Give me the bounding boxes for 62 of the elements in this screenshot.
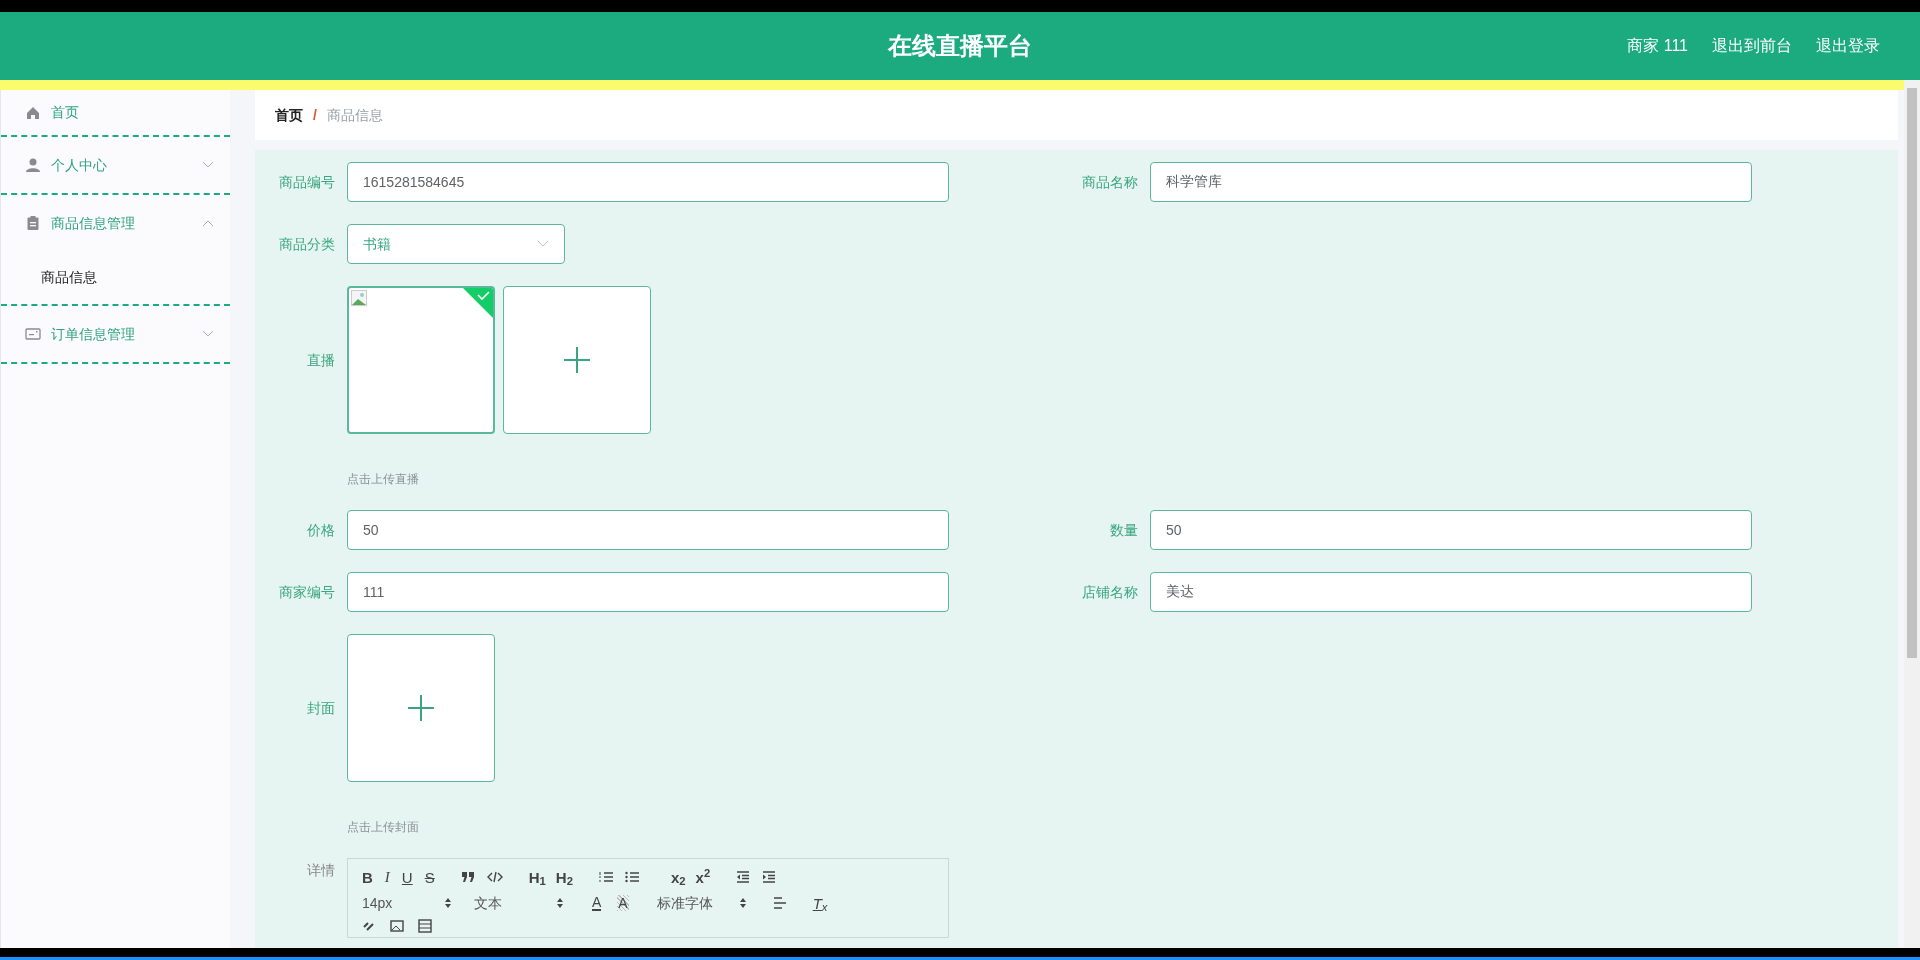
outdent-icon [736, 871, 751, 883]
font-size-picker[interactable]: 14px [362, 892, 452, 914]
text-input[interactable]: 美达 [1150, 572, 1752, 612]
link-icon [362, 919, 376, 933]
breadcrumb-item[interactable]: 首页 [275, 104, 303, 126]
upload-add-button[interactable] [503, 286, 651, 434]
script-button[interactable]: x$^{2}$ [695, 869, 711, 885]
code-icon [486, 871, 503, 883]
up-down-caret-icon [444, 897, 452, 909]
quote-icon [460, 871, 475, 883]
text-input[interactable]: 50 [347, 510, 949, 550]
field-label: 直播 [306, 350, 336, 370]
heading-button[interactable]: H$_{1}$ [528, 869, 546, 885]
numbered-list-icon [598, 871, 613, 883]
header-picker[interactable]: 文本 [474, 892, 564, 914]
field-label: 商家编号 [278, 583, 336, 602]
field-label: 店铺名称 [1081, 583, 1139, 602]
scrollbar[interactable] [1904, 80, 1920, 948]
person-icon [25, 157, 41, 173]
text-input[interactable]: 科学管库 [1150, 162, 1752, 202]
text-input[interactable]: 1615281584645 [347, 162, 949, 202]
breadcrumb-item: 商品信息 [326, 105, 383, 125]
italic-button[interactable]: I [384, 869, 390, 885]
field-label: 商品名称 [1081, 173, 1139, 192]
plus-icon [408, 695, 434, 721]
script-button[interactable]: x$_{2}$ [670, 869, 686, 885]
text-input[interactable]: 111 [347, 572, 949, 612]
indent-icon [762, 871, 777, 883]
field-label: 商品分类 [278, 235, 336, 254]
heading-button[interactable]: H$_{2}$ [555, 869, 573, 885]
house-icon [25, 104, 41, 121]
text-input[interactable]: 50 [1150, 510, 1752, 550]
clipboard-icon [25, 215, 41, 231]
card-icon [25, 326, 41, 342]
field-label: 商品编号 [278, 173, 336, 192]
field-label: 封面 [306, 698, 336, 718]
upload-hint: 点击上传直播 [347, 471, 420, 488]
underline-button[interactable]: U [401, 869, 413, 885]
broken-image-icon [351, 290, 367, 306]
image-icon [390, 919, 404, 933]
upload-add-button[interactable] [347, 634, 495, 782]
plus-icon [564, 347, 590, 373]
clear-format-button[interactable]: T$_{x}$ [812, 895, 828, 911]
upload-hint: 点击上传封面 [347, 819, 420, 836]
font-family-picker[interactable]: 标准字体 [656, 892, 747, 914]
field-label: 详情 [306, 861, 336, 880]
sidebar-subitem[interactable]: 商品信息 [1, 251, 230, 304]
up-down-caret-icon [556, 897, 564, 909]
bullet-list-icon [624, 871, 639, 883]
breadcrumb-separator: / [313, 105, 317, 125]
align-left-icon [772, 897, 787, 909]
field-label: 数量 [1109, 521, 1139, 540]
chevron-down-icon [537, 240, 549, 248]
up-down-caret-icon [738, 897, 747, 909]
strikethrough-button[interactable]: S [424, 869, 435, 885]
field-label: 价格 [306, 521, 336, 540]
uploaded-image-thumbnail[interactable] [347, 286, 495, 434]
film-icon [418, 919, 432, 933]
background-color-button[interactable]: A [617, 895, 629, 911]
bold-button[interactable]: B [362, 869, 373, 885]
font-color-button[interactable]: A [592, 895, 602, 911]
site-title: 在线直播平台 [888, 31, 1032, 61]
